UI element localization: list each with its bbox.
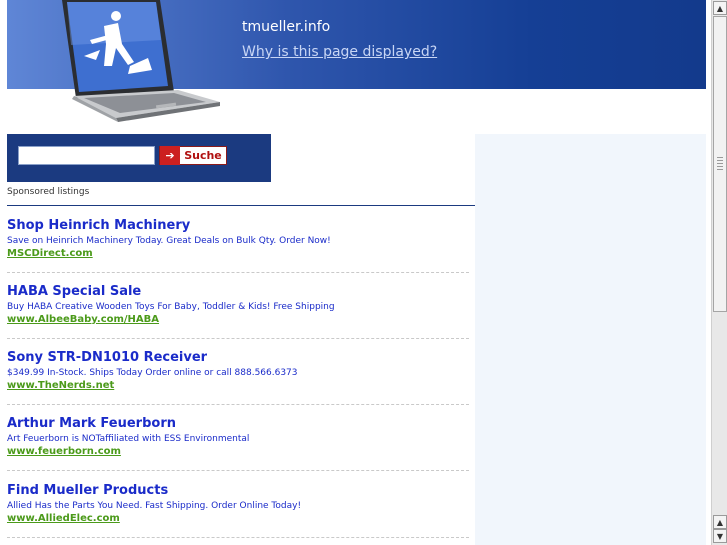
- chevron-up-icon[interactable]: ▲: [713, 1, 727, 15]
- listing-item: Find Mueller Products Allied Has the Par…: [7, 483, 475, 524]
- listing-separator: [7, 272, 469, 273]
- scrollbar-thumb[interactable]: [713, 16, 727, 312]
- listing-url[interactable]: www.feuerborn.com: [7, 446, 475, 457]
- listing-separator: [7, 470, 469, 471]
- listing-url[interactable]: www.AlbeeBaby.com/HABA: [7, 314, 475, 325]
- listing-title[interactable]: Shop Heinrich Machinery: [7, 218, 475, 233]
- domain-name: tmueller.info: [242, 19, 331, 35]
- why-displayed-link[interactable]: Why is this page displayed?: [242, 44, 437, 60]
- chevron-down-icon[interactable]: ▼: [713, 529, 727, 543]
- listing-url[interactable]: www.AlliedElec.com: [7, 513, 475, 524]
- listing-item: Sony STR-DN1010 Receiver $349.99 In-Stoc…: [7, 350, 475, 391]
- listing-description: $349.99 In-Stock. Ships Today Order onli…: [7, 368, 298, 378]
- listing-item: Arthur Mark Feuerborn Art Feuerborn is N…: [7, 416, 475, 457]
- laptop-under-construction-icon: [62, 0, 220, 122]
- listing-item: HABA Special Sale Buy HABA Creative Wood…: [7, 284, 475, 325]
- listing-separator: [7, 338, 469, 339]
- listing-separator: [7, 537, 469, 538]
- listing-title[interactable]: HABA Special Sale: [7, 284, 475, 299]
- right-ad-panel: [475, 134, 706, 545]
- listing-description: Allied Has the Parts You Need. Fast Ship…: [7, 501, 302, 511]
- search-button[interactable]: ➔ Suche: [159, 146, 227, 165]
- listing-description: Save on Heinrich Machinery Today. Great …: [7, 236, 331, 246]
- arrow-right-icon: ➔: [160, 146, 180, 165]
- listing-title[interactable]: Sony STR-DN1010 Receiver: [7, 350, 475, 365]
- listing-title[interactable]: Find Mueller Products: [7, 483, 475, 498]
- search-input[interactable]: [18, 146, 155, 165]
- vertical-scrollbar[interactable]: ▲ ▲ ▼: [711, 0, 727, 545]
- listing-item: Shop Heinrich Machinery Save on Heinrich…: [7, 218, 475, 259]
- chevron-up-icon[interactable]: ▲: [713, 515, 727, 529]
- listings-divider: [7, 205, 475, 206]
- scrollbar-grip: [717, 157, 723, 171]
- search-button-label: Suche: [184, 149, 222, 162]
- listing-url[interactable]: www.TheNerds.net: [7, 380, 475, 391]
- listing-description: Buy HABA Creative Wooden Toys For Baby, …: [7, 302, 335, 312]
- listing-title[interactable]: Arthur Mark Feuerborn: [7, 416, 475, 431]
- search-box: ➔ Suche: [7, 134, 271, 182]
- listing-url[interactable]: MSCDirect.com: [7, 248, 475, 259]
- listing-separator: [7, 404, 469, 405]
- listing-description: Art Feuerborn is NOTaffiliated with ESS …: [7, 434, 250, 444]
- sponsored-listings-label: Sponsored listings: [7, 187, 90, 197]
